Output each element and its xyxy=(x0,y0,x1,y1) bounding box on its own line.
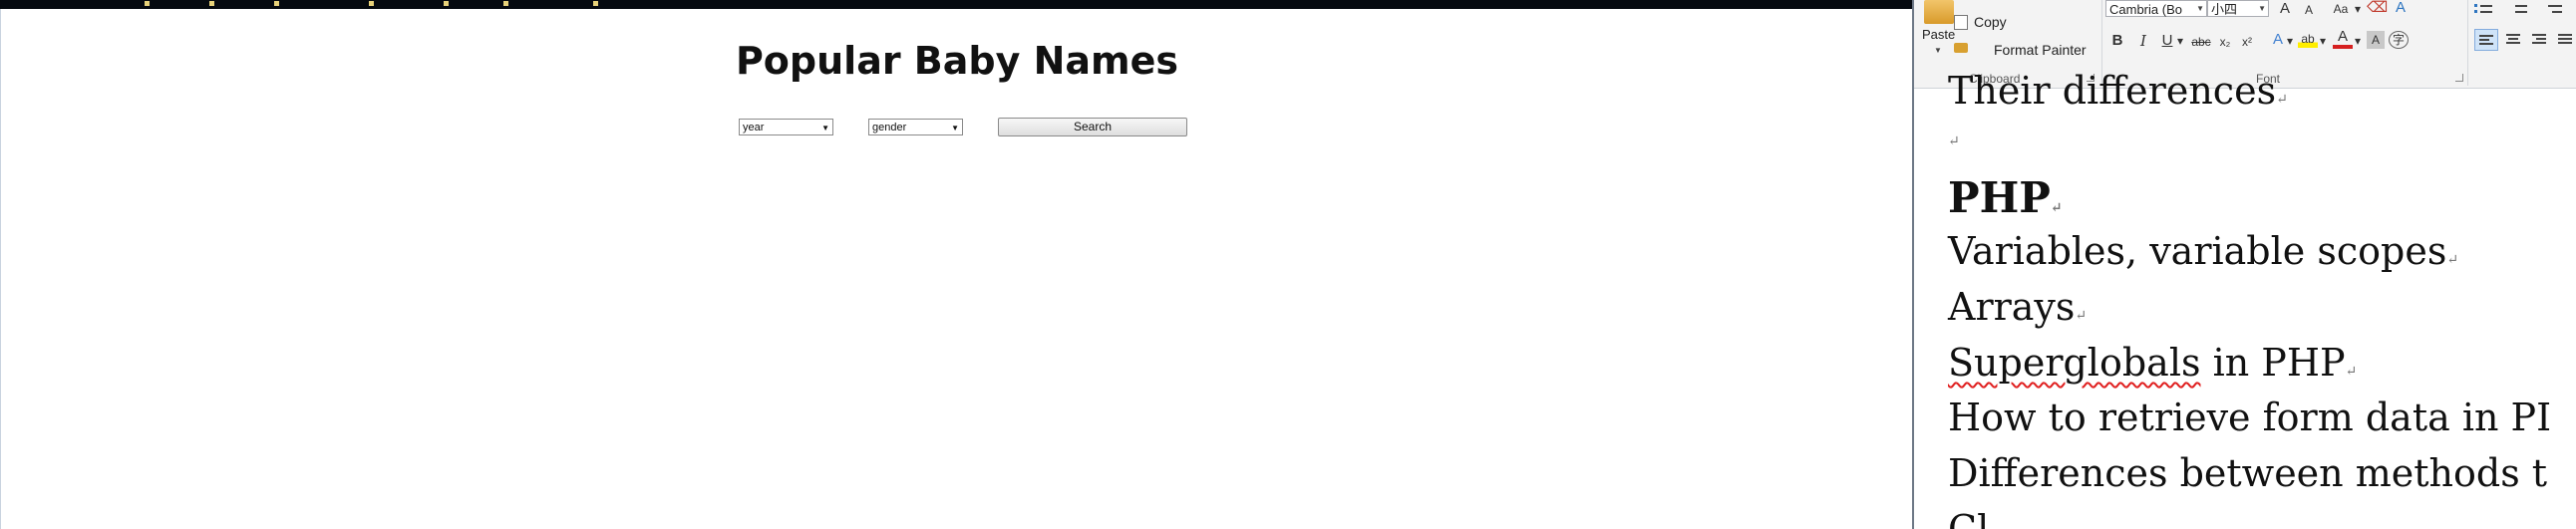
taskbar-icon[interactable] xyxy=(444,1,449,6)
paste-button[interactable]: Paste xyxy=(1922,27,1955,42)
taskbar-icon[interactable] xyxy=(593,1,598,6)
text-effects-icon[interactable]: A xyxy=(2391,0,2411,17)
shrink-font-button[interactable]: A xyxy=(2299,1,2319,19)
year-select[interactable]: year ▼ xyxy=(739,119,833,135)
browser-page: Popular Baby Names year ▼ gender ▼ Searc… xyxy=(0,9,1912,529)
numbering-icon[interactable] xyxy=(2507,2,2527,16)
character-shading-icon[interactable]: A xyxy=(2367,31,2385,49)
font-launcher-icon[interactable] xyxy=(2455,74,2463,82)
doc-line: Differences between methods t xyxy=(1948,451,2548,495)
taskbar-icon[interactable] xyxy=(145,1,150,6)
align-left-button[interactable] xyxy=(2474,29,2498,51)
align-right-button[interactable] xyxy=(2528,29,2550,51)
change-case-button[interactable]: Aa xyxy=(2327,0,2355,18)
chevron-down-icon[interactable]: ▾ xyxy=(2353,32,2363,50)
copy-icon xyxy=(1954,15,1968,30)
doc-heading: PHP↵ xyxy=(1948,173,2063,222)
doc-line: How to retrieve form data in PI xyxy=(1948,396,2552,439)
font-color-icon[interactable]: A xyxy=(2333,29,2353,49)
gender-select[interactable]: gender ▼ xyxy=(868,119,963,135)
grow-font-button[interactable]: A xyxy=(2275,0,2295,18)
font-name-box[interactable]: Cambria (Bo ▼ xyxy=(2105,0,2207,17)
copy-button[interactable]: Copy xyxy=(1974,14,2007,30)
underline-button[interactable]: U xyxy=(2159,32,2175,50)
clear-formatting-icon[interactable]: ⌫ xyxy=(2367,0,2388,17)
document-body[interactable]: Their differences↵ ↵ PHP↵ Variables, var… xyxy=(1914,69,2576,529)
chevron-down-icon[interactable]: ▾ xyxy=(2175,32,2185,50)
doc-line: Arrays↵ xyxy=(1948,285,2088,329)
font-size-value: 小四 xyxy=(2211,2,2238,17)
align-center-button[interactable] xyxy=(2502,29,2524,51)
multilevel-list-icon[interactable] xyxy=(2542,2,2562,16)
doc-line: Superglobals in PHP↵ xyxy=(1948,341,2358,385)
taskbar-icon[interactable] xyxy=(503,1,508,6)
italic-button[interactable]: I xyxy=(2135,32,2151,50)
format-painter-icon xyxy=(1954,43,1968,53)
subscript-button[interactable]: x₂ xyxy=(2215,33,2235,51)
paste-icon[interactable] xyxy=(1924,0,1954,24)
chevron-down-icon[interactable]: ▾ xyxy=(2318,32,2328,50)
font-size-box[interactable]: 小四 ▼ xyxy=(2207,0,2269,17)
group-divider xyxy=(2467,0,2468,86)
search-button[interactable]: Search xyxy=(998,118,1187,136)
year-select-value: year xyxy=(743,122,765,133)
doc-line: Cl xyxy=(1948,507,1990,529)
format-painter-button[interactable]: Format Painter xyxy=(1994,42,2087,58)
bullets-icon[interactable] xyxy=(2472,2,2492,16)
chevron-down-icon: ▼ xyxy=(2258,4,2266,13)
paste-dropdown-icon[interactable]: ▼ xyxy=(1934,46,1942,55)
taskbar-icon[interactable] xyxy=(369,1,374,6)
gender-select-value: gender xyxy=(872,122,907,133)
taskbar-strip xyxy=(0,0,1914,9)
chevron-down-icon[interactable]: ▾ xyxy=(2285,32,2295,50)
strikethrough-button[interactable]: abc xyxy=(2189,33,2213,51)
taskbar-icon[interactable] xyxy=(274,1,279,6)
page-title: Popular Baby Names xyxy=(735,39,1179,83)
enclose-characters-icon[interactable]: 字 xyxy=(2389,31,2409,49)
highlight-icon[interactable]: ab xyxy=(2298,30,2318,48)
chevron-down-icon: ▼ xyxy=(2196,4,2204,13)
taskbar-icon[interactable] xyxy=(209,1,214,6)
paragraph-mark: ↵ xyxy=(1948,133,1960,149)
dropdown-arrow-icon: ▼ xyxy=(821,124,829,132)
justify-button[interactable] xyxy=(2554,29,2576,51)
superscript-button[interactable]: x² xyxy=(2237,33,2257,51)
chevron-down-icon[interactable]: ▾ xyxy=(2353,0,2363,18)
word-window: Paste ▼ Copy Format Painter Clipboard Ca… xyxy=(1912,0,2576,529)
doc-line: Variables, variable scopes↵ xyxy=(1948,229,2459,273)
bold-button[interactable]: B xyxy=(2109,32,2125,50)
dropdown-arrow-icon: ▼ xyxy=(951,124,959,132)
font-name-value: Cambria (Bo xyxy=(2109,2,2182,17)
doc-line: Their differences↵ xyxy=(1948,69,2288,113)
